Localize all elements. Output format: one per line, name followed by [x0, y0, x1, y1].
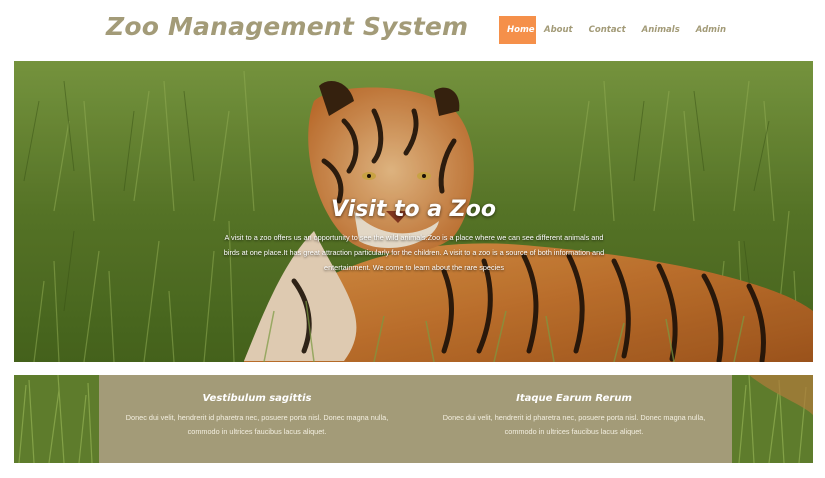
nav-home[interactable]: Home [499, 16, 536, 44]
nav-about[interactable]: About [536, 16, 581, 44]
page: Zoo Management System Home About Contact… [0, 0, 825, 478]
nav-contact[interactable]: Contact [581, 16, 634, 44]
nav-admin[interactable]: Admin [688, 16, 734, 44]
site-header: Zoo Management System Home About Contact… [0, 0, 825, 60]
feature-column-2: Itaque Earum Rerum Donec dui velit, hend… [416, 375, 732, 439]
feature-title-1: Vestibulum sagittis [202, 393, 312, 404]
main-nav: Home About Contact Animals Admin [499, 16, 734, 44]
hero-description: A visit to a zoo offers us an opportunit… [223, 233, 605, 272]
hero-title: Visit to a Zoo [331, 197, 496, 222]
feature-panel: Vestibulum sagittis Donec dui velit, hen… [99, 375, 732, 463]
feature-section: Vestibulum sagittis Donec dui velit, hen… [14, 375, 813, 463]
feature-text-2: Donec dui velit, hendrerit id pharetra n… [442, 413, 706, 436]
hero-banner: Visit to a Zoo A visit to a zoo offers u… [14, 61, 813, 362]
feature-column-1: Vestibulum sagittis Donec dui velit, hen… [99, 375, 415, 439]
nav-animals[interactable]: Animals [634, 16, 688, 44]
feature-title-2: Itaque Earum Rerum [516, 393, 632, 404]
feature-text-1: Donec dui velit, hendrerit id pharetra n… [125, 413, 389, 436]
site-title[interactable]: Zoo Management System [106, 12, 468, 41]
